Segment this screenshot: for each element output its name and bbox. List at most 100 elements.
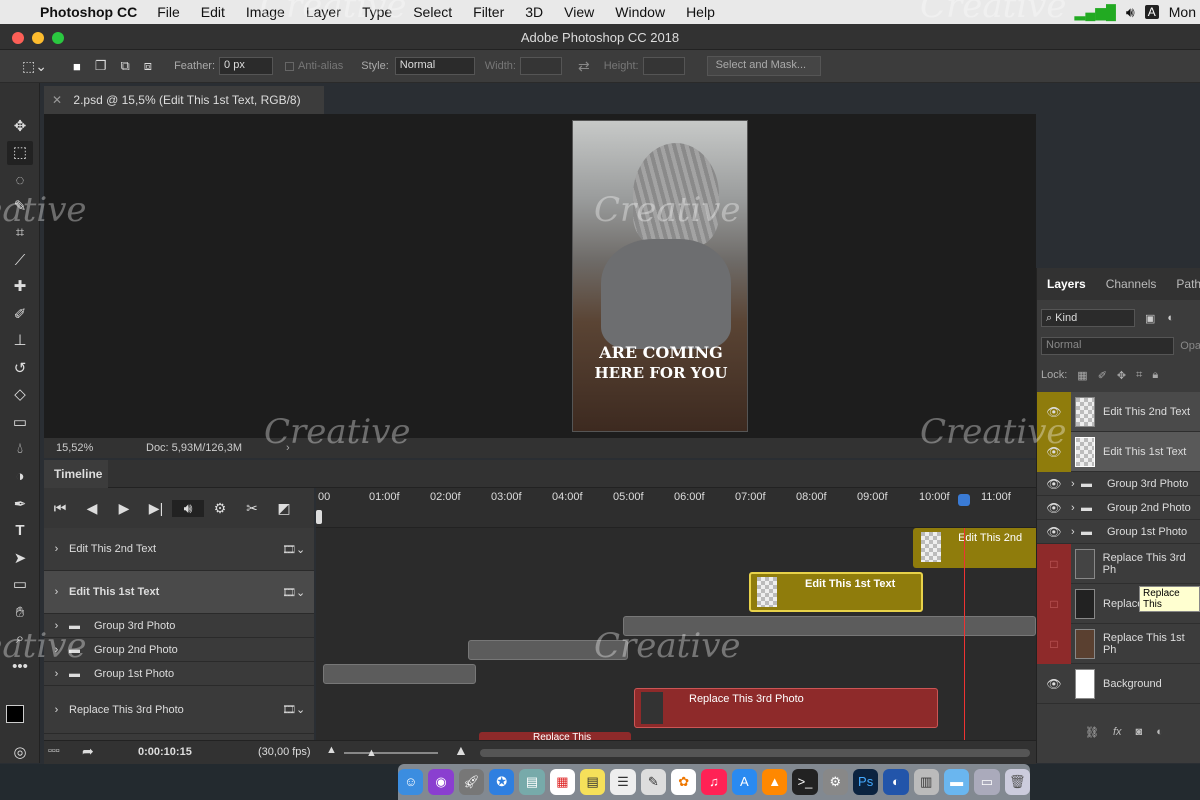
clip-group-3rd-photo[interactable] bbox=[623, 616, 1036, 636]
image-filter-icon[interactable]: ▣ bbox=[1145, 312, 1155, 325]
track-replace-3rd-photo[interactable]: › Replace This 3rd Photo 🎞︎⌄ bbox=[44, 686, 314, 734]
track-group-3rd-photo[interactable]: › ▬ Group 3rd Photo bbox=[44, 614, 314, 638]
zoom-tool-icon[interactable]: ⌕ bbox=[7, 627, 33, 651]
textedit-icon[interactable]: ✎ bbox=[640, 769, 666, 795]
blur-tool-icon[interactable]: 💧︎ bbox=[7, 437, 33, 461]
menu-select[interactable]: Select bbox=[413, 4, 452, 20]
menu-window[interactable]: Window bbox=[615, 4, 665, 20]
split-scissors-icon[interactable]: ✂ bbox=[236, 500, 268, 517]
tab-channels[interactable]: Channels bbox=[1096, 277, 1167, 291]
expand-chevron-icon[interactable]: › bbox=[44, 586, 69, 598]
menu-edit[interactable]: Edit bbox=[201, 4, 225, 20]
visibility-eye-icon[interactable]: 👁︎ bbox=[1037, 525, 1071, 539]
adjust-filter-icon[interactable]: ◐ bbox=[1167, 312, 1174, 324]
menu-help[interactable]: Help bbox=[686, 4, 715, 20]
archive-icon[interactable]: ▥ bbox=[913, 769, 939, 795]
tab-layers[interactable]: Layers bbox=[1037, 277, 1096, 291]
film-strip-icon[interactable]: 🎞︎⌄ bbox=[282, 543, 305, 556]
expand-chevron-icon[interactable]: › bbox=[44, 704, 69, 716]
expand-chevron-icon[interactable]: › bbox=[1071, 502, 1081, 514]
notes-icon[interactable]: ▤ bbox=[580, 769, 606, 795]
document-tab[interactable]: ✕ 2.psd @ 15,5% (Edit This 1st Text, RGB… bbox=[44, 86, 324, 114]
clip-group-2nd-photo[interactable] bbox=[468, 640, 628, 660]
hand-tool-icon[interactable]: ✋︎ bbox=[7, 601, 33, 625]
launchpad-icon[interactable]: 🚀︎ bbox=[458, 769, 485, 795]
history-brush-icon[interactable]: ↺ bbox=[7, 357, 33, 381]
input-source-badge[interactable]: A bbox=[1144, 5, 1159, 19]
zoom-in-mountain-icon[interactable]: ▲ bbox=[454, 742, 468, 758]
quick-select-tool-icon[interactable]: ✎ bbox=[7, 195, 33, 219]
safari-icon[interactable]: ✪ bbox=[489, 769, 515, 795]
transition-icon[interactable]: ◩ bbox=[268, 500, 300, 517]
signal-icon[interactable]: ▂▄▆█ bbox=[1075, 4, 1116, 21]
vlc-icon[interactable]: ▲ bbox=[761, 769, 788, 795]
zoom-slider[interactable] bbox=[344, 752, 438, 754]
screen-icon[interactable]: ▭ bbox=[974, 769, 1000, 795]
gradient-tool-icon[interactable]: ▭ bbox=[7, 411, 33, 435]
track-edit-2nd-text[interactable]: › Edit This 2nd Text 🎞︎⌄ bbox=[44, 528, 314, 571]
subtract-selection-icon[interactable]: ⧉ bbox=[120, 58, 129, 74]
finder-icon[interactable]: ☺ bbox=[398, 769, 424, 795]
zoom-out-mountain-icon[interactable]: ▲ bbox=[326, 744, 337, 756]
visibility-toggle[interactable]: □ bbox=[1037, 543, 1071, 584]
visibility-eye-icon[interactable]: 👁︎ bbox=[1037, 391, 1071, 432]
new-adjustment-icon[interactable]: ◐ bbox=[1156, 726, 1163, 738]
track-group-1st-photo[interactable]: › ▬ Group 1st Photo bbox=[44, 662, 314, 686]
menu-view[interactable]: View bbox=[564, 4, 594, 20]
swap-icon[interactable]: ⇄ bbox=[578, 58, 590, 75]
render-video-icon[interactable]: ➦ bbox=[82, 743, 94, 760]
width-input[interactable] bbox=[519, 57, 562, 75]
work-area-start-handle[interactable] bbox=[316, 510, 322, 524]
zoom-level[interactable]: 15,52% bbox=[56, 438, 93, 458]
lock-all-icon[interactable]: 🔒︎ bbox=[1152, 369, 1158, 382]
film-strip-icon[interactable]: 🎞︎⌄ bbox=[282, 703, 305, 716]
marquee-preset-icon[interactable]: ⬚⌄ bbox=[22, 58, 47, 75]
pen-tool-icon[interactable]: ✒ bbox=[7, 493, 33, 517]
layer-row-group-1st-photo[interactable]: 👁︎ › ▬ Group 1st Photo bbox=[1037, 520, 1200, 544]
more-tools-icon[interactable]: ••• bbox=[7, 655, 33, 679]
play-icon[interactable]: ▶ bbox=[108, 500, 140, 517]
expand-chevron-icon[interactable]: › bbox=[44, 543, 69, 555]
app-menu[interactable]: Photoshop CC bbox=[40, 4, 137, 20]
timeline-tab[interactable]: Timeline bbox=[44, 460, 108, 488]
clip-edit-1st-text[interactable]: Edit This 1st Text bbox=[749, 572, 923, 612]
expand-chevron-icon[interactable]: › bbox=[1071, 478, 1081, 490]
timeline-scrollbar[interactable] bbox=[480, 749, 1030, 757]
clip-edit-2nd-text[interactable]: Edit This 2nd bbox=[913, 528, 1036, 568]
document-canvas[interactable]: ARE COMING HERE FOR YOU bbox=[572, 120, 748, 432]
intersect-selection-icon[interactable]: ⧈ bbox=[144, 58, 152, 74]
next-frame-icon[interactable]: ▶| bbox=[140, 500, 172, 517]
tab-paths[interactable]: Paths bbox=[1166, 277, 1200, 291]
visibility-toggle[interactable]: □ bbox=[1037, 583, 1071, 624]
type-tool-icon[interactable]: T bbox=[7, 519, 33, 543]
timeline-lanes[interactable]: Edit This 2nd Edit This 1st Text Replace… bbox=[316, 528, 1036, 740]
new-selection-icon[interactable]: ■ bbox=[73, 59, 81, 74]
expand-chevron-icon[interactable]: › bbox=[1071, 526, 1081, 538]
siri-icon[interactable]: ◉ bbox=[428, 769, 454, 795]
expand-chevron-icon[interactable]: › bbox=[44, 644, 69, 656]
audio-icon[interactable]: 🔊︎ bbox=[172, 499, 204, 517]
menu-image[interactable]: Image bbox=[246, 4, 285, 20]
settings-gear-icon[interactable]: ⚙ bbox=[204, 500, 236, 517]
expand-chevron-icon[interactable]: › bbox=[44, 620, 69, 632]
antialias-checkbox[interactable] bbox=[285, 61, 295, 71]
system-preferences-icon[interactable]: ⚙ bbox=[822, 769, 848, 795]
itunes-icon[interactable]: ♫ bbox=[701, 769, 727, 795]
marquee-tool-icon[interactable]: ⬚ bbox=[7, 141, 33, 165]
quick-mask-icon[interactable]: ◎ bbox=[7, 741, 33, 765]
preview-icon[interactable]: ▤ bbox=[519, 769, 545, 795]
layer-row-edit-1st-text[interactable]: 👁︎ Edit This 1st Text bbox=[1037, 431, 1200, 472]
visibility-eye-icon[interactable]: 👁︎ bbox=[1037, 501, 1071, 515]
menu-file[interactable]: File bbox=[157, 4, 180, 20]
folder-dock-icon[interactable]: ▬ bbox=[943, 769, 970, 795]
kind-filter-select[interactable]: ⌕ Kind bbox=[1041, 309, 1135, 327]
lasso-tool-icon[interactable]: ◌ bbox=[7, 169, 33, 193]
calendar-icon[interactable]: ▦ bbox=[549, 769, 576, 795]
menu-layer[interactable]: Layer bbox=[306, 4, 341, 20]
layer-row-replace-3rd-photo[interactable]: □ Replace This 3rd Ph bbox=[1037, 543, 1200, 584]
lock-artboard-icon[interactable]: ⌗ bbox=[1136, 369, 1142, 382]
move-tool-icon[interactable]: ✥ bbox=[7, 115, 33, 139]
visibility-eye-icon[interactable]: 👁︎ bbox=[1037, 477, 1071, 491]
link-layers-icon[interactable]: ⛓ bbox=[1085, 726, 1099, 739]
layer-row-replace-1st-photo[interactable]: □ Replace This 1st Ph bbox=[1037, 623, 1200, 664]
